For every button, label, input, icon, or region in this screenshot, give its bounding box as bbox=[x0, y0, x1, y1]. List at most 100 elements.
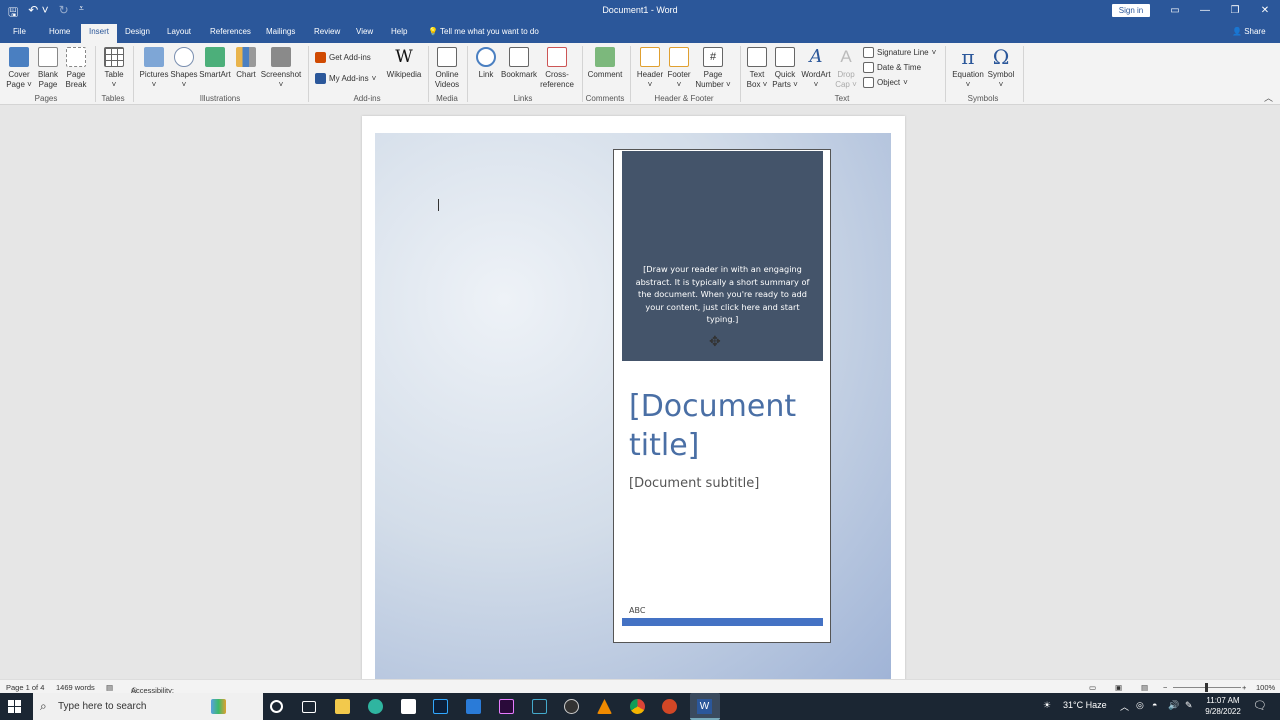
search-highlight-icon bbox=[211, 699, 226, 714]
link-button[interactable]: Link bbox=[474, 46, 498, 80]
file-explorer-icon[interactable] bbox=[335, 699, 350, 714]
quick-parts-button[interactable]: Quick Parts ˅ bbox=[770, 46, 800, 90]
tab-help[interactable]: Help bbox=[391, 27, 407, 36]
shapes-button[interactable]: Shapes ˅ bbox=[170, 46, 198, 90]
premiere-icon[interactable] bbox=[499, 699, 514, 714]
group-comments: Comments bbox=[585, 94, 625, 103]
cross-reference-icon bbox=[547, 47, 567, 67]
chart-button[interactable]: Chart bbox=[233, 46, 259, 80]
cover-panel[interactable]: [Draw your reader in with an engaging ab… bbox=[613, 149, 831, 643]
photoshop-icon[interactable] bbox=[433, 699, 448, 714]
word-count[interactable]: 1469 words bbox=[56, 683, 95, 692]
powerpoint-icon[interactable] bbox=[662, 699, 677, 714]
get-addins-button[interactable]: Get Add-ins bbox=[315, 52, 371, 63]
equation-button[interactable]: π Equation ˅ bbox=[951, 46, 985, 90]
zoom-slider-thumb[interactable] bbox=[1205, 683, 1208, 692]
symbol-button[interactable]: Ω Symbol ˅ bbox=[985, 46, 1017, 90]
online-videos-button[interactable]: Online Videos bbox=[433, 46, 461, 90]
page-number-button[interactable]: # Page Number ˅ bbox=[693, 46, 733, 90]
author-text[interactable]: ABC bbox=[629, 606, 645, 615]
store-icon-taskbar[interactable] bbox=[401, 699, 416, 714]
comment-button[interactable]: Comment bbox=[586, 46, 624, 80]
tab-design[interactable]: Design bbox=[125, 27, 150, 36]
obs-icon[interactable] bbox=[564, 699, 579, 714]
tab-insert[interactable]: Insert bbox=[81, 24, 118, 43]
footer-button[interactable]: Footer ˅ bbox=[665, 46, 693, 90]
zoom-out-button[interactable]: − bbox=[1163, 683, 1167, 692]
group-pages: Pages bbox=[34, 94, 58, 103]
print-layout-icon[interactable]: ▣ bbox=[1115, 683, 1122, 692]
search-placeholder: Type here to search bbox=[58, 701, 147, 712]
wordart-button[interactable]: A WordArt ˅ bbox=[800, 46, 832, 90]
status-bar: Page 1 of 4 1469 words ▤ ⚇ Accessibility… bbox=[0, 679, 1280, 704]
my-addins-button[interactable]: My Add-ins ˅ bbox=[315, 73, 376, 84]
drop-cap-button[interactable]: A Drop Cap ˅ bbox=[833, 46, 859, 90]
tab-layout[interactable]: Layout bbox=[167, 27, 191, 36]
chart-icon bbox=[236, 47, 256, 67]
minimize-button[interactable]: — bbox=[1190, 0, 1220, 22]
web-layout-icon[interactable]: ▤ bbox=[1141, 683, 1148, 692]
collapse-ribbon-icon[interactable]: ︿ bbox=[1264, 91, 1273, 104]
document-title[interactable]: [Document title] bbox=[629, 387, 824, 465]
close-button[interactable]: ✕ bbox=[1250, 0, 1280, 22]
notification-icon[interactable]: 🗨 bbox=[1253, 699, 1267, 712]
share-button[interactable]: 👤 Share bbox=[1232, 27, 1266, 36]
tray-chevron-icon[interactable]: ︿ bbox=[1120, 700, 1129, 713]
cover-page-button[interactable]: Cover Page ˅ bbox=[5, 46, 33, 90]
app-icon[interactable] bbox=[466, 699, 481, 714]
tell-me-search[interactable]: 💡 Tell me what you want to do bbox=[428, 27, 539, 36]
wikipedia-button[interactable]: W Wikipedia bbox=[385, 46, 423, 80]
volume-icon[interactable]: 🔊 bbox=[1168, 700, 1179, 711]
signature-line-button[interactable]: Signature Line ˅ bbox=[863, 47, 936, 58]
pictures-button[interactable]: Pictures ˅ bbox=[139, 46, 169, 90]
document-subtitle[interactable]: [Document subtitle] bbox=[629, 476, 824, 491]
ribbon-display-icon[interactable]: ▭ bbox=[1160, 0, 1190, 22]
read-mode-icon[interactable]: ▭ bbox=[1089, 683, 1096, 692]
blank-page-button[interactable]: Blank Page bbox=[35, 46, 61, 90]
object-button[interactable]: Object ˅ bbox=[863, 77, 908, 88]
zoom-in-button[interactable]: + bbox=[1242, 683, 1246, 692]
move-cursor-icon: ✥ bbox=[709, 333, 721, 349]
tab-references[interactable]: References bbox=[210, 27, 251, 36]
network-icon[interactable]: ◓ bbox=[1152, 700, 1157, 710]
task-view-icon[interactable] bbox=[302, 701, 316, 713]
meet-icon[interactable]: ◎ bbox=[1136, 700, 1144, 711]
chrome-icon[interactable] bbox=[630, 699, 645, 714]
sign-in-button[interactable]: Sign in bbox=[1112, 4, 1150, 17]
tab-review[interactable]: Review bbox=[314, 27, 340, 36]
bookmark-button[interactable]: Bookmark bbox=[500, 46, 538, 80]
tab-home[interactable]: Home bbox=[49, 27, 70, 36]
document-canvas[interactable]: [Draw your reader in with an engaging ab… bbox=[0, 105, 1280, 688]
group-tables: Tables bbox=[101, 94, 125, 103]
zoom-level[interactable]: 100% bbox=[1256, 683, 1275, 692]
date-time-button[interactable]: Date & Time bbox=[863, 62, 921, 73]
page-break-button[interactable]: Page Break bbox=[63, 46, 89, 90]
cross-reference-button[interactable]: Cross-reference bbox=[539, 46, 575, 90]
pen-icon[interactable]: ✎ bbox=[1185, 700, 1193, 711]
tab-view[interactable]: View bbox=[356, 27, 373, 36]
windows-start-icon[interactable] bbox=[8, 700, 22, 714]
taskbar-search[interactable]: ⌕ Type here to search bbox=[33, 693, 263, 720]
smartart-button[interactable]: SmartArt bbox=[198, 46, 232, 80]
download-icon[interactable] bbox=[532, 699, 547, 714]
document-page[interactable]: [Draw your reader in with an engaging ab… bbox=[362, 116, 905, 688]
group-symbols: Symbols bbox=[967, 94, 999, 103]
weather-icon[interactable]: ☀ bbox=[1043, 700, 1051, 711]
vlc-icon[interactable] bbox=[597, 699, 612, 714]
maximize-button[interactable]: ❐ bbox=[1220, 0, 1250, 22]
page-count[interactable]: Page 1 of 4 bbox=[6, 683, 44, 692]
text-box-button[interactable]: Text Box ˅ bbox=[744, 46, 770, 90]
screenshot-button[interactable]: Screenshot ˅ bbox=[260, 46, 302, 90]
cortana-icon[interactable] bbox=[270, 700, 283, 713]
abstract-box[interactable]: [Draw your reader in with an engaging ab… bbox=[622, 151, 823, 361]
clock[interactable]: 11:07 AM 9/28/2022 bbox=[1200, 695, 1246, 717]
table-button[interactable]: Table ˅ bbox=[101, 46, 127, 90]
edge-icon[interactable] bbox=[368, 699, 383, 714]
tab-mailings[interactable]: Mailings bbox=[266, 27, 295, 36]
weather-text[interactable]: 31°C Haze bbox=[1063, 700, 1107, 710]
tab-file[interactable]: File bbox=[13, 27, 26, 36]
abstract-text[interactable]: [Draw your reader in with an engaging ab… bbox=[634, 263, 811, 326]
word-taskbar-icon[interactable]: W bbox=[690, 693, 720, 720]
proofing-icon[interactable]: ▤ bbox=[106, 683, 113, 692]
header-button[interactable]: Header ˅ bbox=[635, 46, 665, 90]
